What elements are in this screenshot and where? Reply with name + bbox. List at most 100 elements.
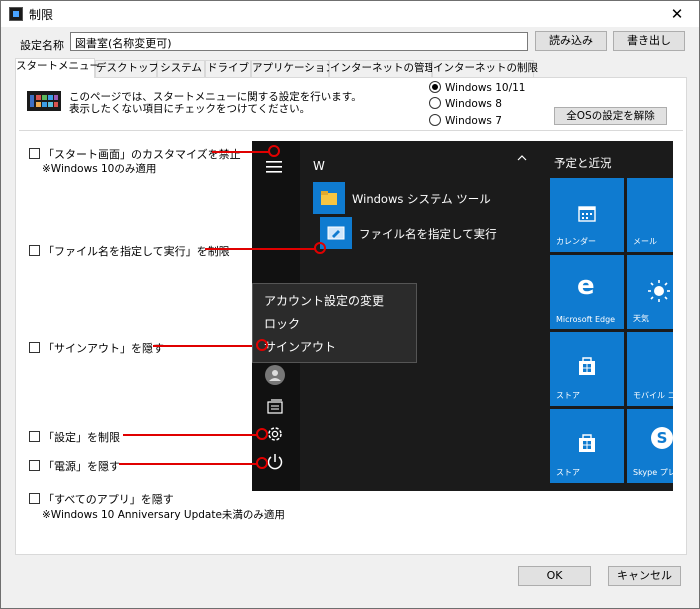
menu-item-account-settings[interactable]: アカウント設定の変更	[264, 292, 384, 309]
tile-label: カレンダー	[556, 237, 596, 246]
ok-button[interactable]: OK	[518, 566, 591, 586]
documents-icon	[267, 399, 283, 414]
checkbox-icon	[29, 148, 40, 159]
radio-windows-7[interactable]: Windows 7	[429, 114, 502, 127]
radio-label: Windows 10/11	[445, 82, 526, 94]
checkbox-sign-out[interactable]: 「サインアウト」を隠す	[29, 340, 164, 356]
tab-application[interactable]: アプリケーション	[251, 60, 336, 77]
tile-weather: 天気	[627, 255, 673, 329]
account-context-menu: アカウント設定の変更 ロック サインアウト	[252, 283, 417, 363]
tile-calendar: カレンダー	[550, 178, 624, 252]
tile-edge: e Microsoft Edge	[550, 255, 624, 329]
folder-tile	[313, 182, 345, 214]
marker-line	[212, 151, 269, 153]
hamburger-icon	[266, 161, 282, 173]
store-icon	[579, 434, 595, 452]
cancel-button[interactable]: キャンセル	[608, 566, 681, 586]
checkbox-label: 「電源」を隠す	[43, 460, 120, 473]
close-icon[interactable]: ✕	[655, 1, 699, 27]
menu-item-sign-out[interactable]: サインアウト	[264, 338, 336, 355]
checkbox-label: 「スタート画面」のカスタマイズを禁止	[43, 148, 241, 161]
checkbox-icon	[29, 245, 40, 256]
folder-icon	[321, 191, 337, 205]
edge-icon: e	[577, 271, 595, 301]
marker-circle	[256, 339, 268, 351]
tile-skype: S Skype プレビ	[627, 409, 673, 483]
marker-circle	[268, 145, 280, 157]
tab-system[interactable]: システム	[157, 60, 205, 77]
checkbox-run-dialog[interactable]: 「ファイル名を指定して実行」を制限	[29, 243, 230, 259]
start-menu-preview: W 予定と近況 Windows システム ツール ファイル名を指定して実行 アカ…	[252, 141, 673, 491]
checkbox-icon	[29, 493, 40, 504]
checkbox-icon	[29, 431, 40, 442]
window-title: 制限	[29, 8, 54, 22]
tab-internet-restriction[interactable]: インターネットの制限	[432, 60, 538, 77]
checkbox-power[interactable]: 「電源」を隠す	[29, 458, 120, 474]
marker-circle	[256, 457, 268, 469]
checkbox-label: 「すべてのアプリ」を隠す	[43, 493, 174, 506]
app-icon	[9, 7, 23, 21]
sun-icon	[648, 280, 670, 302]
setting-name-label: 設定名称	[20, 39, 64, 52]
radio-label: Windows 8	[445, 98, 502, 110]
radio-label: Windows 7	[445, 115, 502, 127]
skype-icon: S	[651, 427, 673, 449]
gear-icon	[268, 427, 282, 441]
radio-selected-icon	[429, 81, 441, 93]
unset-all-os-button[interactable]: 全OSの設定を解除	[554, 107, 667, 125]
radio-windows-8[interactable]: Windows 8	[429, 97, 502, 110]
tab-desktop[interactable]: デスクトップ	[95, 60, 159, 77]
marker-circle	[314, 242, 326, 254]
marker-line	[153, 345, 257, 347]
export-button[interactable]: 書き出し	[613, 31, 685, 51]
checkbox-all-apps[interactable]: 「すべてのアプリ」を隠す	[29, 491, 174, 507]
marker-line	[119, 463, 257, 465]
checkbox-settings[interactable]: 「設定」を制限	[29, 429, 120, 445]
checkbox-note: ※Windows 10のみ適用	[42, 163, 157, 175]
tile-label: モバイル コン	[633, 391, 673, 400]
tab-drive[interactable]: ドライブ	[205, 60, 251, 77]
tile-label: Skype プレビ	[633, 468, 673, 477]
run-icon	[327, 226, 345, 240]
checkbox-start-screen-customize[interactable]: 「スタート画面」のカスタマイズを禁止	[29, 146, 241, 162]
checkbox-label: 「設定」を制限	[43, 431, 120, 444]
tile-label: メール	[633, 237, 657, 246]
calendar-icon	[578, 206, 596, 222]
radio-windows-10-11[interactable]: Windows 10/11	[429, 81, 525, 94]
chevron-up-icon	[517, 155, 527, 161]
checkbox-icon	[29, 342, 40, 353]
tab-internet-management[interactable]: インターネットの管理	[329, 60, 435, 77]
letter-header: W	[313, 159, 325, 173]
run-label: ファイル名を指定して実行	[359, 227, 497, 241]
checkbox-label: 「ファイル名を指定して実行」を制限	[43, 245, 230, 258]
tile-store: ストア	[550, 332, 624, 406]
tile-label: ストア	[556, 391, 580, 400]
tile-label: Microsoft Edge	[556, 315, 616, 324]
marker-circle	[256, 428, 268, 440]
tile-label: 天気	[633, 314, 649, 323]
avatar-icon	[265, 365, 285, 385]
checkbox-icon	[29, 460, 40, 471]
radio-unselected-icon	[429, 114, 441, 126]
marker-line	[205, 248, 315, 250]
tile-label: ストア	[556, 468, 580, 477]
checkbox-note: ※Windows 10 Anniversary Update未満のみ適用	[42, 509, 285, 521]
checkbox-label: 「サインアウト」を隠す	[43, 342, 164, 355]
folder-label: Windows システム ツール	[352, 192, 491, 206]
restriction-dialog: 制限 ✕ 設定名称 図書室(名称変更可) 読み込み 書き出し スタートメニュー …	[0, 0, 700, 609]
group-title: 予定と近況	[554, 156, 612, 170]
load-button[interactable]: 読み込み	[535, 31, 607, 51]
description-line-2: 表示したくない項目にチェックをつけてください。	[69, 103, 311, 115]
tab-start-menu[interactable]: スタートメニュー	[15, 58, 100, 78]
tile-store-2: ストア	[550, 409, 624, 483]
title-bar: 制限 ✕	[1, 1, 699, 27]
tile-mail: メール	[627, 178, 673, 252]
start-menu-icon	[27, 91, 61, 111]
marker-line	[123, 434, 257, 436]
tile-mobile: モバイル コン	[627, 332, 673, 406]
divider	[19, 130, 683, 131]
setting-name-input[interactable]: 図書室(名称変更可)	[70, 32, 528, 51]
menu-item-lock[interactable]: ロック	[264, 315, 300, 332]
store-icon	[579, 357, 595, 375]
radio-unselected-icon	[429, 97, 441, 109]
